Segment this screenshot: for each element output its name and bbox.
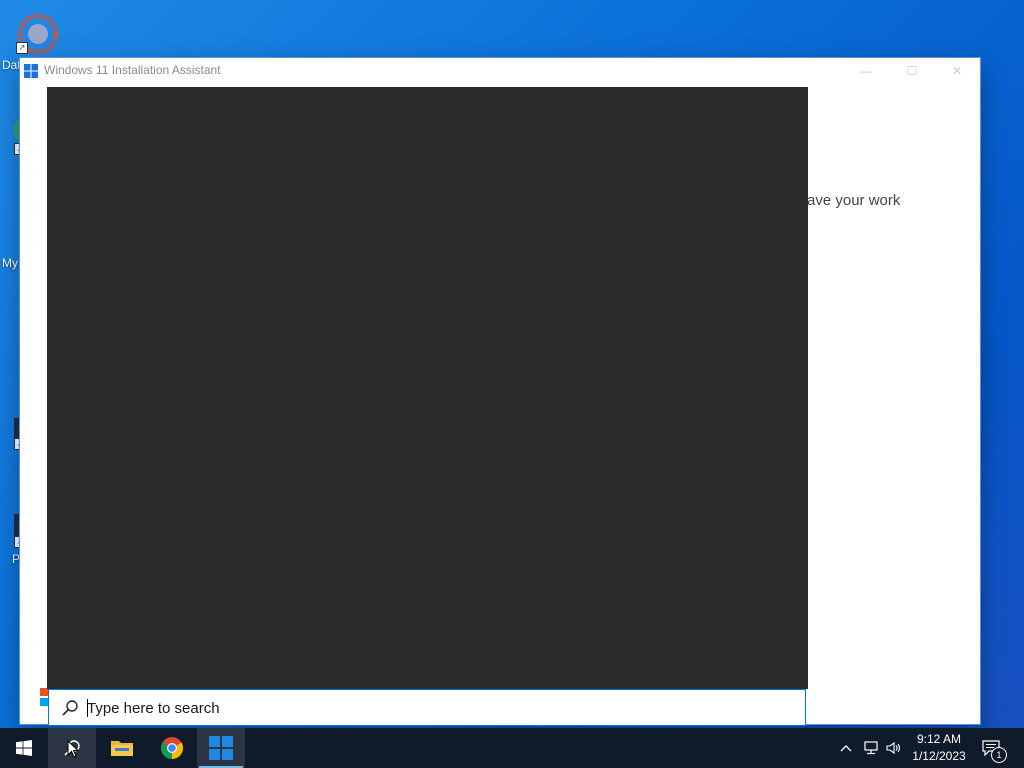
desktop-icon-label: P xyxy=(12,552,21,566)
file-explorer-button[interactable] xyxy=(98,728,146,768)
chrome-icon xyxy=(161,737,183,759)
windows-logo-icon xyxy=(16,740,32,756)
shortcut-arrow-icon: ↗ xyxy=(16,42,28,54)
clock[interactable]: 9:12 AM 1/12/2023 xyxy=(906,731,972,765)
volume-icon[interactable] xyxy=(884,738,904,758)
close-button[interactable]: ✕ xyxy=(934,58,980,84)
minimize-button[interactable]: — xyxy=(843,58,889,84)
search-input[interactable] xyxy=(87,696,787,720)
show-hidden-icons-button[interactable] xyxy=(836,738,856,758)
start-button[interactable] xyxy=(0,728,48,768)
window-body-text: ave your work xyxy=(807,192,901,209)
desktop-icon-label: My xyxy=(2,256,18,270)
window-title: Windows 11 Installation Assistant xyxy=(44,63,221,77)
clock-date: 1/12/2023 xyxy=(912,749,966,763)
network-icon[interactable] xyxy=(861,738,881,758)
installation-assistant-button[interactable] xyxy=(197,728,245,768)
search-box[interactable] xyxy=(48,689,806,726)
taskbar: 9:12 AM 1/12/2023 1 xyxy=(0,728,1024,768)
maximize-button[interactable]: ☐ xyxy=(889,58,935,84)
chevron-up-icon xyxy=(840,745,852,752)
mouse-cursor-icon xyxy=(67,740,79,758)
windows11-logo-icon xyxy=(209,736,233,760)
search-flyout-panel xyxy=(47,87,808,689)
search-button[interactable] xyxy=(48,728,96,768)
notification-count-badge: 1 xyxy=(991,747,1007,763)
desktop-icon-label: Dat xyxy=(2,58,21,72)
windows11-logo-icon xyxy=(24,64,38,78)
window-titlebar[interactable]: Windows 11 Installation Assistant — ☐ ✕ xyxy=(20,58,980,84)
clock-time: 9:12 AM xyxy=(916,732,962,746)
search-icon xyxy=(62,700,78,716)
text-caret xyxy=(87,699,88,717)
folder-icon xyxy=(111,741,133,756)
chrome-button[interactable] xyxy=(148,728,196,768)
